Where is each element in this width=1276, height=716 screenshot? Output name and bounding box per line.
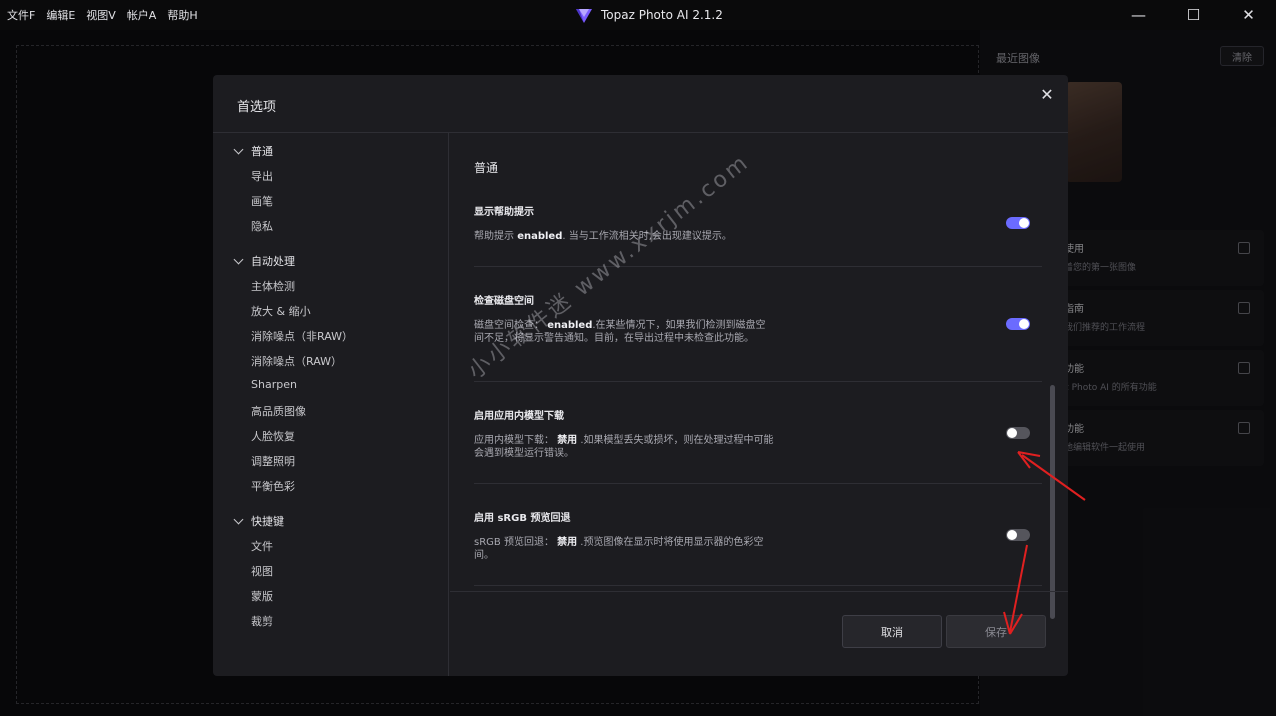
menu-bar: 文件F 编辑E 视图V 帐户A 帮助H	[0, 7, 198, 23]
preferences-dialog: 首选项 ✕ 普通 导出 画笔 隐私 自动处理 主体检测 放大 & 缩小 消除噪点…	[213, 75, 1068, 676]
disk-space-toggle[interactable]	[1006, 318, 1030, 330]
divider	[474, 381, 1042, 382]
setting-description: sRGB 预览回退： 禁用 .预览图像在显示时将使用显示器的色彩空间。	[474, 537, 764, 561]
sidebar-item-subject-detection[interactable]: 主体检测	[251, 278, 295, 294]
menu-account[interactable]: 帐户A	[127, 7, 157, 23]
close-window-button[interactable]: ✕	[1221, 0, 1276, 30]
preferences-content: 普通 显示帮助提示 帮助提示 enabled. 当与工作流相关时,会出现建议提示…	[450, 133, 1068, 676]
divider	[474, 266, 1042, 267]
window-controls: — ☐ ✕	[1111, 0, 1276, 30]
menu-file[interactable]: 文件F	[7, 7, 35, 23]
setting-description: 应用内模型下载： 禁用 .如果模型丢失或损坏，则在处理过程中可能会遇到模型运行错…	[474, 435, 774, 459]
sidebar-item-sharpen[interactable]: Sharpen	[251, 378, 297, 391]
sidebar-section-autopilot[interactable]: 自动处理	[233, 253, 295, 269]
cancel-button[interactable]: 取消	[842, 615, 942, 648]
sidebar-item-upscale[interactable]: 放大 & 缩小	[251, 303, 311, 319]
preferences-sidebar: 普通 导出 画笔 隐私 自动处理 主体检测 放大 & 缩小 消除噪点（非RAW）…	[213, 133, 449, 676]
divider	[450, 591, 1068, 592]
setting-model-download: 启用应用内模型下载 应用内模型下载： 禁用 .如果模型丢失或损坏，则在处理过程中…	[474, 407, 1042, 460]
sidebar-item-mask[interactable]: 蒙版	[251, 588, 273, 604]
sidebar-section-label: 自动处理	[251, 255, 295, 268]
sidebar-item-denoise-nonraw[interactable]: 消除噪点（非RAW）	[251, 328, 353, 344]
model-download-toggle[interactable]	[1006, 427, 1030, 439]
chevron-down-icon	[233, 255, 245, 267]
maximize-button[interactable]: ☐	[1166, 0, 1221, 30]
menu-help[interactable]: 帮助H	[167, 7, 197, 23]
close-icon[interactable]: ✕	[1036, 83, 1058, 105]
menu-edit[interactable]: 编辑E	[46, 7, 75, 23]
chevron-down-icon	[233, 145, 245, 157]
sidebar-item-color-balance[interactable]: 平衡色彩	[251, 478, 295, 494]
scrollbar[interactable]	[1050, 385, 1055, 619]
help-tips-toggle[interactable]	[1006, 217, 1030, 229]
title-bar: 文件F 编辑E 视图V 帐户A 帮助H Topaz Photo AI 2.1.2…	[0, 0, 1276, 30]
sidebar-item-brush[interactable]: 画笔	[251, 193, 273, 209]
setting-help-tips: 显示帮助提示 帮助提示 enabled. 当与工作流相关时,会出现建议提示。	[474, 203, 1042, 243]
sidebar-item-denoise-raw[interactable]: 消除噪点（RAW）	[251, 353, 342, 369]
divider	[474, 483, 1042, 484]
srgb-fallback-toggle[interactable]	[1006, 529, 1030, 541]
sidebar-item-high-quality[interactable]: 高品质图像	[251, 403, 306, 419]
section-title: 普通	[474, 161, 499, 175]
sidebar-item-file[interactable]: 文件	[251, 538, 273, 554]
setting-title: 启用应用内模型下载	[474, 411, 564, 422]
sidebar-item-face-recovery[interactable]: 人脸恢复	[251, 428, 295, 444]
sidebar-item-privacy[interactable]: 隐私	[251, 218, 273, 234]
chevron-down-icon	[233, 515, 245, 527]
setting-srgb-fallback: 启用 sRGB 预览回退 sRGB 预览回退： 禁用 .预览图像在显示时将使用显…	[474, 509, 1042, 562]
setting-title: 显示帮助提示	[474, 207, 534, 218]
topaz-logo-icon	[576, 9, 592, 23]
sidebar-section-shortcuts[interactable]: 快捷键	[233, 513, 284, 529]
sidebar-item-view[interactable]: 视图	[251, 563, 273, 579]
setting-title: 启用 sRGB 预览回退	[474, 513, 571, 524]
app-title-text: Topaz Photo AI 2.1.2	[601, 8, 723, 22]
app-title: Topaz Photo AI 2.1.2	[574, 5, 723, 25]
save-button[interactable]: 保存	[946, 615, 1046, 648]
sidebar-section-general[interactable]: 普通	[233, 143, 273, 159]
minimize-button[interactable]: —	[1111, 0, 1166, 30]
sidebar-item-export[interactable]: 导出	[251, 168, 273, 184]
sidebar-item-crop[interactable]: 裁剪	[251, 613, 273, 629]
sidebar-section-label: 普通	[251, 145, 273, 158]
sidebar-section-label: 快捷键	[251, 515, 284, 528]
divider	[474, 585, 1042, 586]
dialog-title: 首选项	[237, 100, 277, 115]
menu-view[interactable]: 视图V	[86, 7, 116, 23]
sidebar-item-lighting[interactable]: 调整照明	[251, 453, 295, 469]
